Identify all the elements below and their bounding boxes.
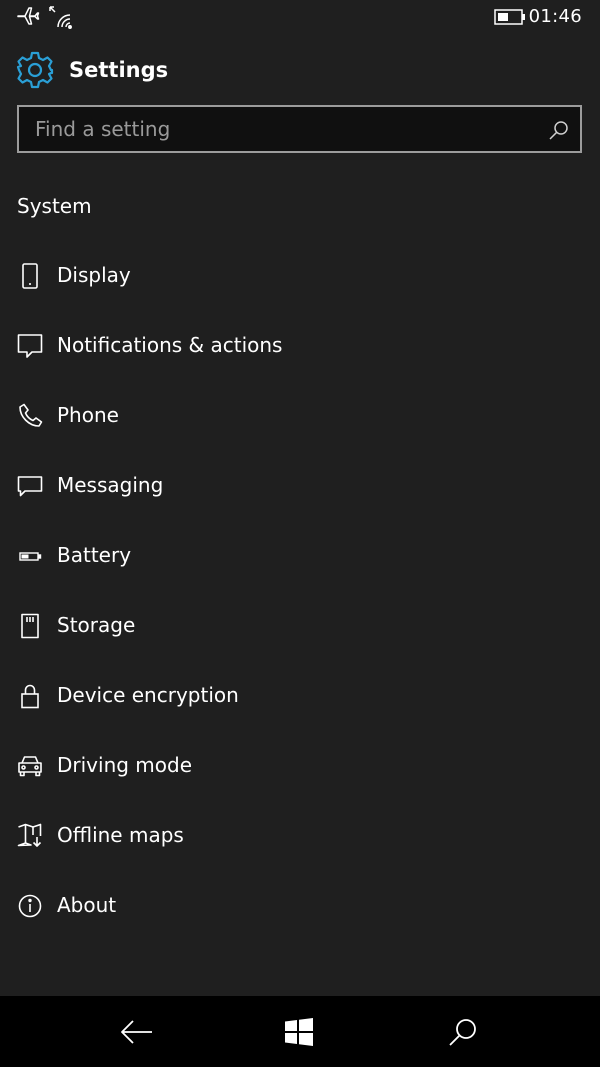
page-title: Settings	[69, 58, 169, 82]
list-item-about[interactable]: About	[0, 871, 600, 941]
list-item-storage[interactable]: Storage	[0, 591, 600, 661]
phone-display-icon	[17, 263, 43, 289]
map-download-icon	[17, 823, 43, 849]
list-item-display[interactable]: Display	[0, 241, 600, 311]
list-item-label: Device encryption	[57, 683, 239, 707]
phone-icon	[17, 403, 43, 429]
search-input[interactable]	[35, 107, 535, 151]
settings-list: Display Notifications & actions Phone Me…	[0, 241, 600, 941]
list-item-device-encryption[interactable]: Device encryption	[0, 661, 600, 731]
search-icon[interactable]	[443, 1014, 483, 1050]
windows-icon[interactable]	[279, 1014, 319, 1050]
lock-icon	[17, 683, 43, 709]
list-item-offline-maps[interactable]: Offline maps	[0, 801, 600, 871]
list-item-label: Display	[57, 263, 131, 287]
message-icon	[17, 473, 43, 499]
info-icon	[17, 893, 43, 919]
storage-icon	[17, 613, 43, 639]
list-item-label: About	[57, 893, 117, 917]
search-box[interactable]	[17, 105, 582, 153]
battery-icon	[494, 9, 526, 29]
list-item-label: Notifications & actions	[57, 333, 283, 357]
search-icon[interactable]	[548, 119, 570, 145]
settings-screen: 01:46 Settings System	[0, 0, 600, 1067]
section-title: System	[17, 194, 92, 218]
list-item-driving-mode[interactable]: Driving mode	[0, 731, 600, 801]
list-item-messaging[interactable]: Messaging	[0, 451, 600, 521]
notification-icon	[17, 333, 43, 359]
wifi-icon	[48, 5, 74, 33]
list-item-phone[interactable]: Phone	[0, 381, 600, 451]
car-icon	[17, 753, 43, 779]
list-item-label: Driving mode	[57, 753, 193, 777]
list-item-label: Phone	[57, 403, 119, 427]
airplane-icon	[16, 5, 40, 31]
status-bar: 01:46	[0, 0, 600, 34]
page-header: Settings	[16, 51, 576, 91]
list-item-label: Offline maps	[57, 823, 184, 847]
back-icon[interactable]	[117, 1014, 157, 1050]
clock-time: 01:46	[528, 6, 582, 27]
gear-icon	[16, 51, 54, 93]
list-item-label: Battery	[57, 543, 132, 567]
navigation-bar	[0, 996, 600, 1067]
list-item-label: Storage	[57, 613, 136, 637]
list-item-notifications[interactable]: Notifications & actions	[0, 311, 600, 381]
list-item-label: Messaging	[57, 473, 164, 497]
list-item-battery[interactable]: Battery	[0, 521, 600, 591]
battery-icon	[17, 543, 43, 569]
